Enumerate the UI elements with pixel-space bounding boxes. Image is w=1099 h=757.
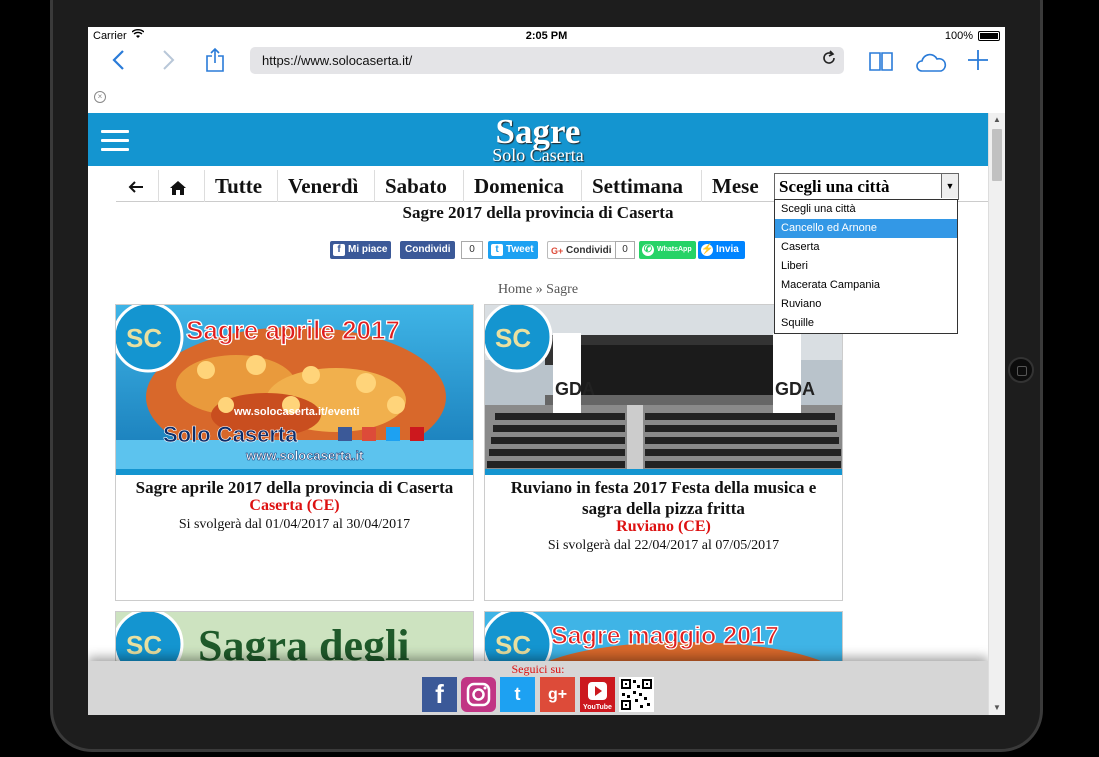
nav-home-icon[interactable] — [158, 170, 197, 202]
image-brand-text: Solo Caserta — [163, 422, 298, 447]
city-option[interactable]: Caserta — [775, 238, 957, 257]
city-option[interactable]: Scegli una città — [775, 200, 957, 219]
image-logo-mark: SC — [126, 323, 162, 353]
tablet-screen: Carrier 2:05 PM 100% https://www.solocas… — [88, 27, 1005, 715]
twitter-label: Tweet — [506, 244, 534, 255]
event-dates: Si svolgerà dal 01/04/2017 al 30/04/2017 — [178, 517, 411, 532]
facebook-count: 0 — [461, 241, 483, 259]
nav-back-arrow-icon[interactable] — [118, 170, 154, 202]
battery-percentage: 100% — [944, 30, 973, 42]
image-title-text: Sagre maggio 2017 — [551, 622, 779, 650]
scrollbar-thumb[interactable] — [992, 129, 1002, 181]
event-city: Ruviano (CE) — [616, 518, 711, 535]
instagram-icon[interactable] — [461, 677, 496, 712]
event-card[interactable]: GDA GDA SC Ruviano in festa 2017 Festa d… — [484, 304, 843, 601]
gplus-icon: G+ — [551, 246, 564, 256]
breadcrumb-current: Sagre — [546, 282, 579, 297]
facebook-icon[interactable]: f — [422, 677, 457, 712]
nav-item-tutte[interactable]: Tutte — [204, 170, 272, 202]
facebook-like-label: Mi piace — [348, 244, 388, 255]
facebook-icon: f — [333, 244, 345, 256]
scroll-up-icon[interactable]: ▲ — [989, 113, 1005, 127]
city-option-highlighted[interactable]: Cancello ed Arnone — [775, 219, 957, 238]
city-select-value: Scegli una città — [779, 177, 890, 196]
event-city: Caserta (CE) — [249, 497, 340, 514]
share-icon[interactable] — [205, 47, 225, 78]
youtube-label: YouTube — [583, 704, 612, 711]
whatsapp-label: WhatsApp — [657, 246, 692, 253]
clock: 2:05 PM — [525, 30, 568, 42]
messenger-icon: ⚡ — [701, 244, 714, 256]
scroll-down-icon[interactable]: ▼ — [989, 701, 1005, 715]
forward-icon[interactable] — [162, 48, 176, 76]
image-title-text: Sagre aprile 2017 — [186, 315, 400, 345]
url-text[interactable]: https://www.solocaserta.it/ — [262, 53, 412, 68]
status-bar: Carrier 2:05 PM 100% — [88, 27, 1005, 45]
gplus-share-button[interactable]: G+ Condividi — [547, 241, 617, 259]
site-logo-subtitle[interactable]: Solo Caserta — [88, 145, 988, 166]
back-icon[interactable] — [111, 48, 125, 76]
qr-code-icon[interactable] — [619, 677, 654, 712]
city-select[interactable]: Scegli una città ▼ — [774, 173, 959, 200]
home-button[interactable] — [1008, 357, 1034, 383]
whatsapp-button[interactable]: ✆ WhatsApp — [639, 241, 696, 259]
city-option[interactable]: Ruviano — [775, 295, 957, 314]
image-logo-mark: SC — [126, 630, 162, 660]
image-logo-mark: SC — [495, 630, 531, 660]
image-logo-mark: SC — [495, 323, 531, 353]
nav-item-domenica[interactable]: Domenica — [463, 170, 574, 202]
facebook-like-button[interactable]: f Mi piace — [330, 241, 392, 259]
banner-text-right: GDA — [775, 379, 815, 399]
nav-item-sabato[interactable]: Sabato — [374, 170, 457, 202]
nav-item-settimana[interactable]: Settimana — [581, 170, 693, 202]
messenger-label: Invia — [716, 244, 739, 255]
twitter-icon[interactable]: t — [500, 677, 535, 712]
gplus-count: 0 — [615, 241, 635, 259]
new-tab-icon[interactable] — [967, 48, 989, 76]
event-title[interactable]: Sagre aprile 2017 della provincia di Cas… — [120, 477, 469, 498]
event-card[interactable]: SC Sagre aprile 2017 ww.solocaserta.it/e… — [115, 304, 474, 601]
follow-label: Seguici su: — [511, 662, 565, 676]
banner-text-left: GDA — [555, 379, 595, 399]
youtube-icon[interactable]: YouTube — [580, 677, 615, 712]
breadcrumb-home-link[interactable]: Home — [498, 282, 532, 297]
event-dates: Si svolgerà dal 22/04/2017 al 07/05/2017 — [547, 538, 780, 553]
event-title[interactable]: Ruviano in festa 2017 Festa della musica… — [489, 477, 838, 519]
web-page: Sagre Solo Caserta Tutte Venerdì Sabato … — [88, 113, 988, 715]
event-image[interactable]: SC Sagre aprile 2017 ww.solocaserta.it/e… — [116, 305, 473, 475]
close-tab-icon[interactable]: × — [94, 91, 106, 103]
image-url-text: ww.solocaserta.it/eventi — [233, 406, 360, 418]
image-site-text: www.solocaserta.it — [245, 448, 364, 463]
site-header: Sagre Solo Caserta — [88, 113, 988, 166]
gplus-label: Condividi — [566, 245, 612, 256]
battery-icon — [978, 31, 1000, 41]
city-option[interactable]: Macerata Campania — [775, 276, 957, 295]
twitter-tweet-button[interactable]: t Tweet — [488, 241, 538, 259]
address-bar[interactable]: https://www.solocaserta.it/ — [250, 47, 844, 74]
social-footer: Seguici su: f t g+ YouTube — [88, 661, 988, 715]
messenger-button[interactable]: ⚡ Invia — [698, 241, 745, 259]
nav-item-mese[interactable]: Mese — [701, 170, 769, 202]
twitter-icon: t — [491, 244, 503, 256]
gplus-icon[interactable]: g+ — [540, 677, 575, 712]
city-option[interactable]: Squille — [775, 314, 957, 333]
reload-icon[interactable] — [821, 50, 837, 71]
page-scrollbar[interactable]: ▲ ▼ — [988, 113, 1005, 715]
city-dropdown: Scegli una città Cancello ed Arnone Case… — [774, 199, 958, 334]
chevron-down-icon[interactable]: ▼ — [941, 174, 958, 198]
breadcrumb-separator: » — [535, 282, 543, 297]
bookmarks-icon[interactable] — [868, 49, 894, 77]
nav-item-venerdi[interactable]: Venerdì — [277, 170, 368, 202]
city-option[interactable]: Liberi — [775, 257, 957, 276]
facebook-share-button[interactable]: Condividi — [400, 241, 455, 259]
cloud-icon[interactable] — [915, 50, 947, 78]
whatsapp-icon: ✆ — [642, 244, 654, 256]
